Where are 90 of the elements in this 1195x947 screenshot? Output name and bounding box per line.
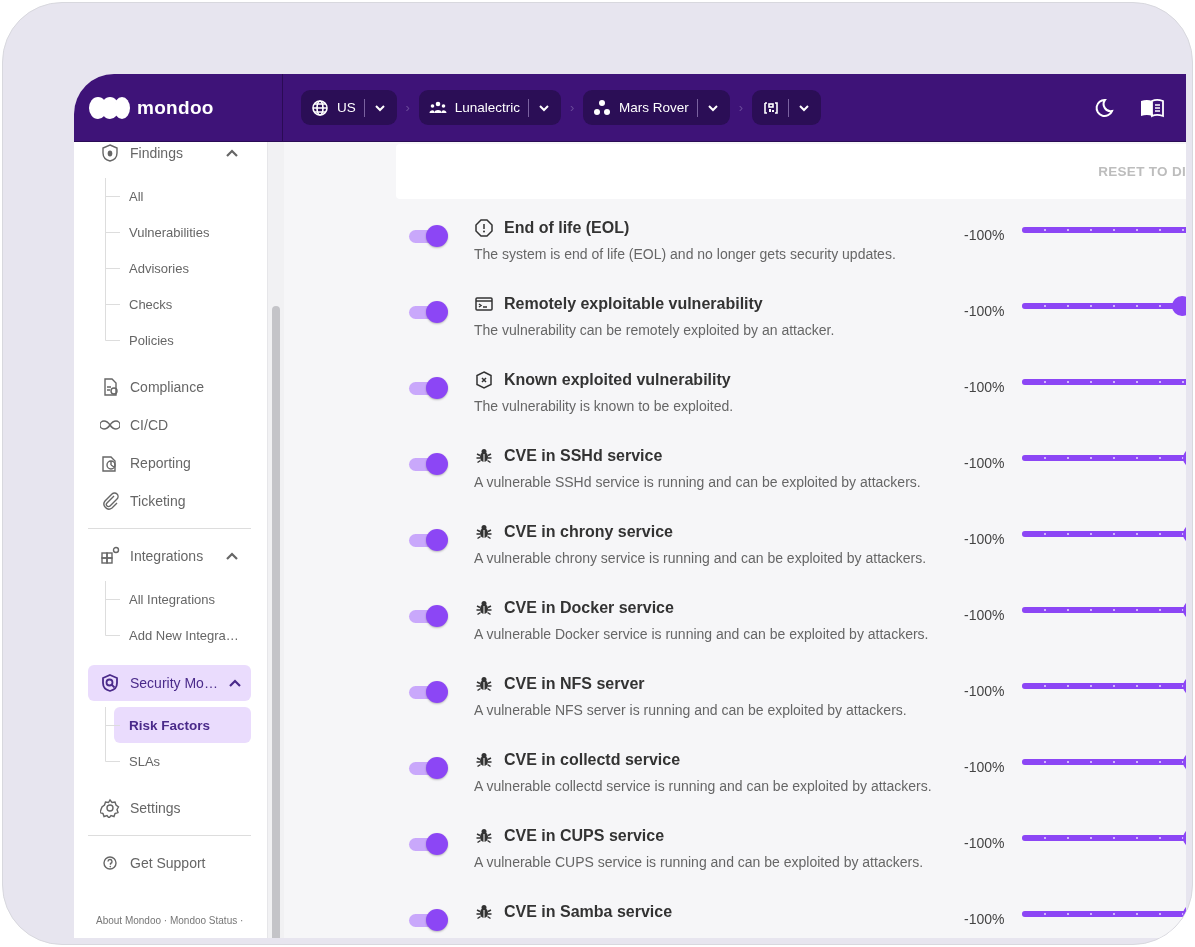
toggle-switch[interactable] [408,530,448,550]
sidebar-subitem[interactable]: Add New Integra… [114,617,251,653]
sidebar-item[interactable]: Security Mo… [88,665,251,701]
shield-x-icon [475,371,493,389]
breadcrumb-separator: › [568,100,576,115]
toggle-switch[interactable] [408,378,448,398]
risk-factor-description: A vulnerable Docker service is running and can be exploited by attackers. [474,625,930,644]
breadcrumb-selector[interactable]: US [301,90,397,125]
bug-icon [475,599,493,617]
sidebar-item[interactable]: Findings [88,142,251,172]
sidebar-subitem[interactable]: Advisories [114,250,251,286]
risk-factor-title: CVE in CUPS service [504,827,665,845]
tree-connector [105,250,120,286]
breadcrumb-selector[interactable]: Lunalectric [418,90,562,125]
bug-icon [475,447,493,465]
percentage-reading: -100% [964,531,1006,547]
toggle-switch[interactable] [408,226,448,246]
terminal-icon [475,295,493,313]
risk-factor-description: A vulnerable NFS server is running and can be exploited by attackers. [474,701,908,720]
tree-connector [105,178,120,214]
percentage-reading: -100% [964,607,1006,623]
three-dots-icon [593,98,612,117]
sidebar-item[interactable]: Get Support [88,844,251,882]
risk-factor-title: CVE in SSHd service [504,447,663,465]
toggle-switch[interactable] [408,834,448,854]
toggle-switch[interactable] [408,606,448,626]
breadcrumb-selector[interactable]: Mars Rover [583,90,730,125]
percentage-reading: -100% [964,379,1006,395]
risk-factor-description: A vulnerable collectd service is running and can be exploited by attackers. [474,777,933,796]
risk-factor-title: CVE in chrony service [504,523,673,541]
bug-icon [475,751,493,769]
help-circle-icon [100,853,120,873]
risk-factor-description: A vulnerable CUPS service is running and can be exploited by attackers. [474,853,925,872]
bug-icon [475,903,493,921]
risk-factor-description: The vulnerability can be remotely exploited by an attacker. [474,321,836,340]
percentage-reading: -100% [964,683,1006,699]
blocks-icon [100,546,120,566]
sidebar-subitem[interactable]: Checks [114,286,251,322]
sidebar-subitem[interactable]: Policies [114,322,251,358]
breadcrumb-selector[interactable] [751,90,821,125]
risk-factor-title: CVE in Samba service [504,903,673,921]
bug-icon [475,523,493,541]
sidebar-item[interactable]: Reporting [88,444,251,482]
percentage-reading: -100% [964,835,1006,851]
risk-factor-description: A vulnerable chrony service is running and can be exploited by attackers. [474,549,928,568]
scrollbar-thumb[interactable] [272,306,280,938]
sidebar-subitem[interactable]: All [114,178,251,214]
sidebar-subitem[interactable]: Risk Factors [114,707,251,743]
sidebar-item[interactable]: Compliance [88,368,251,406]
paperclip-icon [100,491,120,511]
risk-factor-title: CVE in collectd service [504,751,681,769]
alert-octagon-icon [475,219,493,237]
risk-factor-description: A vulnerable SSHd service is running and can be exploited by attackers. [474,473,922,492]
globe-icon [311,98,329,117]
book-icon[interactable] [1140,97,1164,118]
bug-icon [475,675,493,693]
percentage-reading: -100% [964,227,1006,243]
percentage-reading: -100% [964,911,1006,927]
risk-factor-title: Known exploited vulnerability [504,371,731,389]
percentage-reading: -100% [964,303,1006,319]
risk-factor-description: The vulnerability is known to be exploited. [474,397,735,416]
sidebar-item[interactable]: Ticketing [88,482,251,520]
bug-icon [475,827,493,845]
toggle-switch[interactable] [408,302,448,322]
breadcrumb-separator: › [737,100,744,115]
shield-wrench-icon [100,673,120,693]
shield-bug-icon [100,143,120,163]
sidebar-item[interactable]: Integrations [88,537,251,575]
percentage-reading: -100% [964,455,1006,471]
logo-icon [88,95,130,120]
toggle-switch[interactable] [408,758,448,778]
sidebar-subitem[interactable]: All Integrations [114,581,251,617]
gear-icon [100,798,120,818]
risk-factor-title: End of life (EOL) [504,219,630,237]
risk-factor-title: CVE in Docker service [504,599,674,617]
risk-factor-description: The system is end of life (EOL) and no longer gets security updates. [474,245,897,264]
sidebar-item[interactable]: Settings [88,789,251,827]
sidebar-item[interactable]: CI/CD [88,406,251,444]
risk-factor-title: CVE in NFS server [504,675,645,693]
breadcrumb-separator: › [404,100,411,115]
logo-text: mondoo [137,96,214,119]
sidebar-subitem[interactable]: Vulnerabilities [114,214,251,250]
footer-links: About Mondoo · Mondoo Status · [95,915,245,928]
toggle-switch[interactable] [408,682,448,702]
toggle-switch[interactable] [408,910,448,930]
tree-connector [105,214,120,250]
toggle-switch[interactable] [408,454,448,474]
sidebar-subitem[interactable]: SLAs [114,743,251,779]
percentage-reading: -100% [964,759,1006,775]
risk-factor-title: Remotely exploitable vulnerability [504,295,763,313]
